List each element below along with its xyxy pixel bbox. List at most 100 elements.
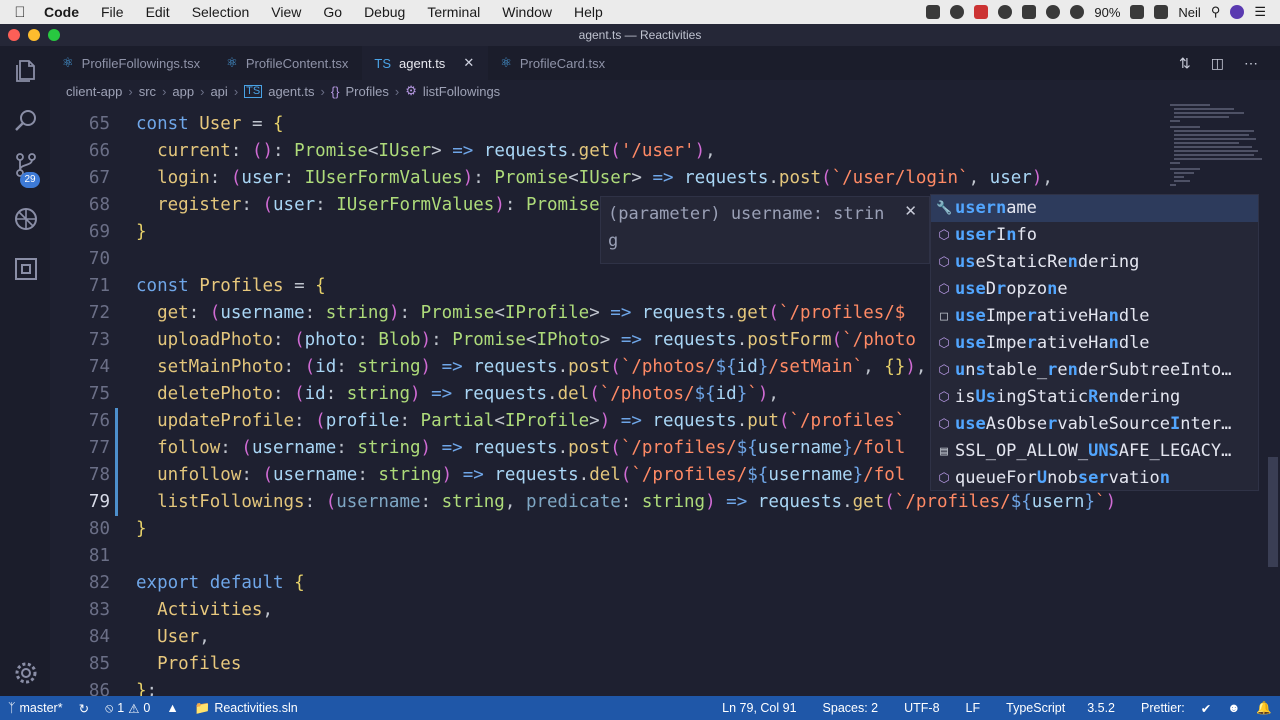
menu-debug[interactable]: Debug (353, 4, 416, 20)
line-number: 86 (88, 681, 110, 696)
object-icon: {} (330, 83, 340, 99)
end-of-line[interactable]: LF (958, 701, 989, 715)
menu-terminal[interactable]: Terminal (416, 4, 491, 20)
suggest-item[interactable]: ⬡ unstable_renderSubtreeInto… (931, 357, 1258, 384)
breadcrumb-item[interactable]: client-app (66, 84, 122, 99)
suggest-item[interactable]: ⬡ useStaticRendering (931, 249, 1258, 276)
breadcrumb-item[interactable]: Profiles (346, 84, 389, 99)
suggest-item[interactable]: ⬡ isUsingStaticRendering (931, 384, 1258, 411)
line-number: 84 (88, 627, 110, 647)
minimize-window-button[interactable] (28, 29, 40, 41)
explorer-icon[interactable] (13, 58, 39, 84)
scrollbar-thumb[interactable] (1268, 457, 1278, 567)
close-icon[interactable]: ✕ (904, 198, 917, 225)
tab-agent-ts[interactable]: TS agent.ts ✕ (362, 46, 489, 80)
code-line: 65 const User = { (50, 111, 1265, 138)
solution-indicator[interactable]: 📁 Reactivities.sln (187, 701, 306, 716)
battery-icon[interactable] (1130, 5, 1145, 19)
chevron-right-icon: › (233, 83, 239, 99)
wifi-icon[interactable] (1070, 5, 1085, 19)
compare-icon[interactable]: ⇅ (1179, 55, 1191, 72)
search-icon[interactable]: ⚲ (1211, 4, 1221, 20)
suggest-item[interactable]: ⬡ useImperativeHandle (931, 330, 1258, 357)
suggest-item[interactable]: ⬡ useDropzone (931, 276, 1258, 303)
suggest-item[interactable]: ▤ SSL_OP_ALLOW_UNSAFE_LEGACY… (931, 438, 1258, 465)
suggest-item[interactable]: 🔧 username (931, 195, 1258, 222)
line-code: register: (user: IUserFormValues): Promi… (157, 195, 600, 215)
menu-view[interactable]: View (260, 4, 312, 20)
suggest-item[interactable]: □ useImperativeHandle (931, 303, 1258, 330)
cube-icon: ⬡ (938, 390, 950, 405)
indentation[interactable]: Spaces: 2 (815, 701, 887, 715)
close-icon[interactable]: ✕ (463, 55, 474, 71)
breadcrumb-item[interactable]: app (172, 84, 194, 99)
branch-indicator[interactable]: ᛉ master* (0, 701, 71, 715)
menubar-user[interactable]: Neil (1178, 5, 1200, 20)
breadcrumb-item[interactable]: src (139, 84, 156, 99)
extensions-icon[interactable] (13, 256, 39, 282)
ts-icon: TS (244, 84, 263, 98)
line-number: 79 (88, 492, 110, 512)
suggest-item[interactable]: ⬡ queueForUnobservation (931, 465, 1258, 492)
language-mode[interactable]: TypeScript (998, 701, 1073, 715)
code-line: 83 Activities, (50, 597, 1265, 624)
suggest-item[interactable]: ⬡ userInfo (931, 222, 1258, 249)
bluetooth-icon[interactable] (1046, 5, 1061, 19)
code-line: 82 export default { (50, 570, 1265, 597)
cube-icon: ⬡ (938, 471, 950, 486)
cursor-position[interactable]: Ln 79, Col 91 (714, 701, 804, 715)
menu-window[interactable]: Window (491, 4, 563, 20)
sync-icon[interactable]: ↻ (71, 701, 97, 716)
grid-icon[interactable] (926, 5, 941, 19)
cloud-icon[interactable] (950, 5, 965, 19)
breadcrumb-item[interactable]: agent.ts (268, 84, 314, 99)
menu-go[interactable]: Go (312, 4, 353, 20)
split-editor-icon[interactable]: ◫ (1211, 55, 1224, 72)
menu-list-icon[interactable]: ☰ (1254, 4, 1266, 20)
close-window-button[interactable] (8, 29, 20, 41)
settings-gear-icon[interactable] (13, 660, 39, 686)
chevron-right-icon: › (320, 83, 325, 99)
window-manager-icon[interactable] (1022, 5, 1037, 19)
menu-selection[interactable]: Selection (181, 4, 261, 20)
check-icon: ✔ (1200, 701, 1212, 716)
tab-profile-content[interactable]: ⚛ ProfileContent.tsx (214, 46, 362, 80)
square-icon: □ (940, 309, 948, 324)
time-machine-icon[interactable] (998, 5, 1013, 19)
macos-menubar:  Code File Edit Selection View Go Debug… (0, 0, 1280, 24)
encoding[interactable]: UTF-8 (896, 701, 947, 715)
tab-profile-followings[interactable]: ⚛ ProfileFollowings.tsx (50, 46, 214, 80)
bell-icon[interactable]: 🔔 (1248, 701, 1280, 716)
code-line: 79 listFollowings: (username: string, pr… (50, 489, 1265, 516)
problems-indicator[interactable]: ⦸ 1 ⚠ 0 (97, 701, 158, 716)
live-share-icon[interactable]: ▲ (158, 701, 186, 715)
more-actions-icon[interactable]: ⋯ (1244, 55, 1258, 72)
code-line: 80} (50, 516, 1265, 543)
line-number: 71 (88, 276, 110, 296)
breadcrumb: client-app › src › app › api › TS agent.ts › … (50, 80, 1280, 102)
suggest-item[interactable]: ⬡ useAsObservableSourceInter… (931, 411, 1258, 438)
recording-icon[interactable] (974, 5, 989, 19)
zoom-window-button[interactable] (48, 29, 60, 41)
breadcrumb-item[interactable]: listFollowings (423, 84, 500, 99)
line-number: 76 (88, 411, 110, 431)
prettier-status[interactable]: Prettier: (1133, 701, 1193, 715)
flag-icon[interactable] (1154, 5, 1169, 19)
tab-profile-card[interactable]: ⚛ ProfileCard.tsx (488, 46, 619, 80)
ts-version[interactable]: 3.5.2 (1079, 701, 1123, 715)
menu-edit[interactable]: Edit (135, 4, 181, 20)
line-number: 68 (88, 195, 110, 215)
menu-help[interactable]: Help (563, 4, 614, 20)
warning-icon: ⚠ (128, 701, 140, 716)
menu-app[interactable]: Code (40, 4, 90, 20)
battery-percent[interactable]: 90% (1094, 5, 1120, 20)
debug-icon[interactable] (13, 206, 39, 232)
editor-scrollbar[interactable] (1266, 102, 1280, 696)
breadcrumb-item[interactable]: api (210, 84, 227, 99)
line-code: listFollowings: (username: string, predi… (157, 492, 1117, 512)
search-icon[interactable] (13, 108, 39, 134)
menu-file[interactable]: File (90, 4, 135, 20)
apple-icon[interactable]:  (0, 4, 40, 21)
siri-icon[interactable] (1230, 5, 1245, 19)
feedback-icon[interactable]: ☻ (1219, 701, 1248, 715)
